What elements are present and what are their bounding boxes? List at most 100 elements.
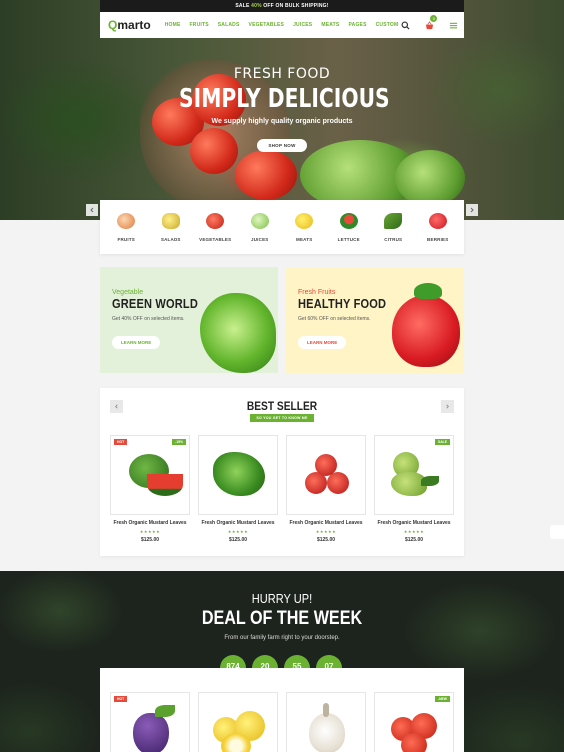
slider-next-button[interactable] xyxy=(466,204,478,216)
apple-image xyxy=(315,454,337,476)
section-tagline: SO YOU GET TO KNOW ME BETTER xyxy=(250,414,314,428)
promo-topbar: SALE 40% OFF ON BULK SHIPPING! xyxy=(100,0,464,12)
product-name[interactable]: Fresh Organic Mustard Leaves xyxy=(110,520,190,526)
strawberry-image xyxy=(392,295,460,367)
shop-now-button[interactable]: SHOP NOW xyxy=(257,139,307,152)
nav-item-juices[interactable]: JUICES xyxy=(293,22,312,28)
product-name[interactable]: Fresh Organic Mustard Leaves xyxy=(286,520,366,526)
deal-subtitle: HURRY UP! xyxy=(251,591,313,606)
category-label: JUICES xyxy=(251,236,269,242)
lettuce-image xyxy=(395,150,465,206)
learn-more-button[interactable]: LEARN MORE xyxy=(112,336,161,349)
brand-logo[interactable]: Qmarto xyxy=(108,18,151,32)
category-label: LETTUCE xyxy=(337,236,360,242)
chevron-right-icon xyxy=(470,207,474,213)
tomato-image xyxy=(401,733,427,752)
product-name[interactable]: Fresh Organic Mustard Leaves xyxy=(374,520,454,526)
deal-product-list: HOT -NEW xyxy=(110,692,454,752)
apple-image xyxy=(327,472,349,494)
watermelon-slice-image xyxy=(147,474,183,496)
deal-description: From our family farm right to your doors… xyxy=(224,635,340,641)
grapes-image xyxy=(133,713,169,752)
deal-product-card[interactable] xyxy=(198,692,278,752)
rating-stars: ★★★★★ xyxy=(227,529,249,534)
rating-stars: ★★★★★ xyxy=(139,529,161,534)
category-lettuce[interactable]: LETTUCE xyxy=(329,212,369,242)
nav-item-meats[interactable]: MEATS xyxy=(321,22,339,28)
category-label: FRUITS xyxy=(117,236,135,242)
logo-mark: Q xyxy=(108,18,118,32)
product-image[interactable]: HOT -15% xyxy=(110,435,190,515)
nav-item-pages[interactable]: PAGES xyxy=(348,22,366,28)
hero-title: SIMPLY DELICIOUS xyxy=(179,84,390,114)
product-list: HOT -15% Fresh Organic Mustard Leaves ★★… xyxy=(110,435,454,543)
product-price: $125.00 xyxy=(140,537,160,543)
product-image[interactable] xyxy=(286,435,366,515)
product-card[interactable]: SALE Fresh Organic Mustard Leaves ★★★★★ … xyxy=(374,435,454,543)
fruits-icon xyxy=(117,212,136,229)
promo-text: OFF ON BULK SHIPPING! xyxy=(261,3,329,9)
category-label: SALADS xyxy=(160,236,181,242)
product-price: $125.00 xyxy=(316,537,336,543)
category-berries[interactable]: BERRIES xyxy=(418,212,458,242)
product-image[interactable]: SALE xyxy=(374,435,454,515)
product-price: $125.00 xyxy=(228,537,248,543)
basket-icon[interactable]: 0 xyxy=(422,15,438,32)
leaf-image xyxy=(155,705,175,717)
best-next-button[interactable] xyxy=(441,400,454,413)
learn-more-button[interactable]: LEARN MORE xyxy=(298,336,347,349)
category-fruits[interactable]: FRUITS xyxy=(106,212,146,242)
category-salads[interactable]: SALADS xyxy=(151,212,191,242)
product-image[interactable] xyxy=(198,435,278,515)
nav-item-vegetables[interactable]: VEGETABLES xyxy=(249,22,285,28)
product-card[interactable]: Fresh Organic Mustard Leaves ★★★★★ $125.… xyxy=(198,435,278,543)
garlic-stem-image xyxy=(323,703,329,717)
discount-badge: -15% xyxy=(172,439,186,445)
okra-icon xyxy=(384,212,403,229)
new-badge: -NEW xyxy=(434,696,450,702)
hot-badge: HOT xyxy=(114,696,128,702)
menu-icon[interactable] xyxy=(446,18,460,32)
promo-text: SALE xyxy=(235,3,252,9)
nav-menu: HOME FRUITS SALADS VEGETABLES JUICES MEA… xyxy=(165,22,399,28)
main-navbar: Qmarto HOME FRUITS SALADS VEGETABLES JUI… xyxy=(100,12,464,38)
nav-item-custom[interactable]: CUSTOM xyxy=(376,22,399,28)
deal-product-card[interactable]: HOT xyxy=(110,692,190,752)
deal-product-card[interactable] xyxy=(286,692,366,752)
category-citrus[interactable]: CITRUS xyxy=(373,212,413,242)
promo-banner-green[interactable]: Vegetable GREEN WORLD Get 40% OFF on sel… xyxy=(100,267,278,373)
corn-icon xyxy=(161,212,180,229)
garlic-image xyxy=(309,713,345,752)
lettuce-image xyxy=(200,293,276,373)
hero-description: We supply highly quality organic product… xyxy=(211,118,353,125)
best-prev-button[interactable] xyxy=(110,400,123,413)
logo-text: marto xyxy=(117,18,151,32)
chevron-left-icon xyxy=(90,207,94,213)
deal-product-card[interactable]: -NEW xyxy=(374,692,454,752)
product-card[interactable]: Fresh Organic Mustard Leaves ★★★★★ $125.… xyxy=(286,435,366,543)
category-juices[interactable]: JUICES xyxy=(240,212,280,242)
nav-item-home[interactable]: HOME xyxy=(165,22,181,28)
category-label: BERRIES xyxy=(427,236,449,242)
product-price: $125.00 xyxy=(404,537,424,543)
cabbage-icon xyxy=(250,212,269,229)
category-meats[interactable]: MEATS xyxy=(284,212,324,242)
sale-badge: SALE xyxy=(434,439,450,445)
product-name[interactable]: Fresh Organic Mustard Leaves xyxy=(198,520,278,526)
hot-badge: HOT xyxy=(114,439,128,445)
slider-prev-button[interactable] xyxy=(86,204,98,216)
chevron-left-icon xyxy=(115,404,118,409)
side-widget-button[interactable] xyxy=(550,525,564,539)
promo-banner-yellow[interactable]: Fresh Fruits HEALTHY FOOD Get 60% OFF on… xyxy=(286,267,464,373)
hero-content: FRESH FOOD SIMPLY DELICIOUS We supply hi… xyxy=(150,66,414,152)
nav-item-salads[interactable]: SALADS xyxy=(218,22,240,28)
rating-stars: ★★★★★ xyxy=(403,529,425,534)
lemon-slice-image xyxy=(221,733,251,752)
promo-highlight: 40% xyxy=(251,3,262,9)
product-card[interactable]: HOT -15% Fresh Organic Mustard Leaves ★★… xyxy=(110,435,190,543)
section-title: BEST SELLER xyxy=(246,399,318,413)
nav-item-fruits[interactable]: FRUITS xyxy=(190,22,209,28)
category-bar: FRUITS SALADS VEGETABLES JUICES MEATS LE… xyxy=(100,200,464,254)
category-vegetables[interactable]: VEGETABLES xyxy=(195,212,235,242)
search-icon[interactable] xyxy=(398,18,412,32)
